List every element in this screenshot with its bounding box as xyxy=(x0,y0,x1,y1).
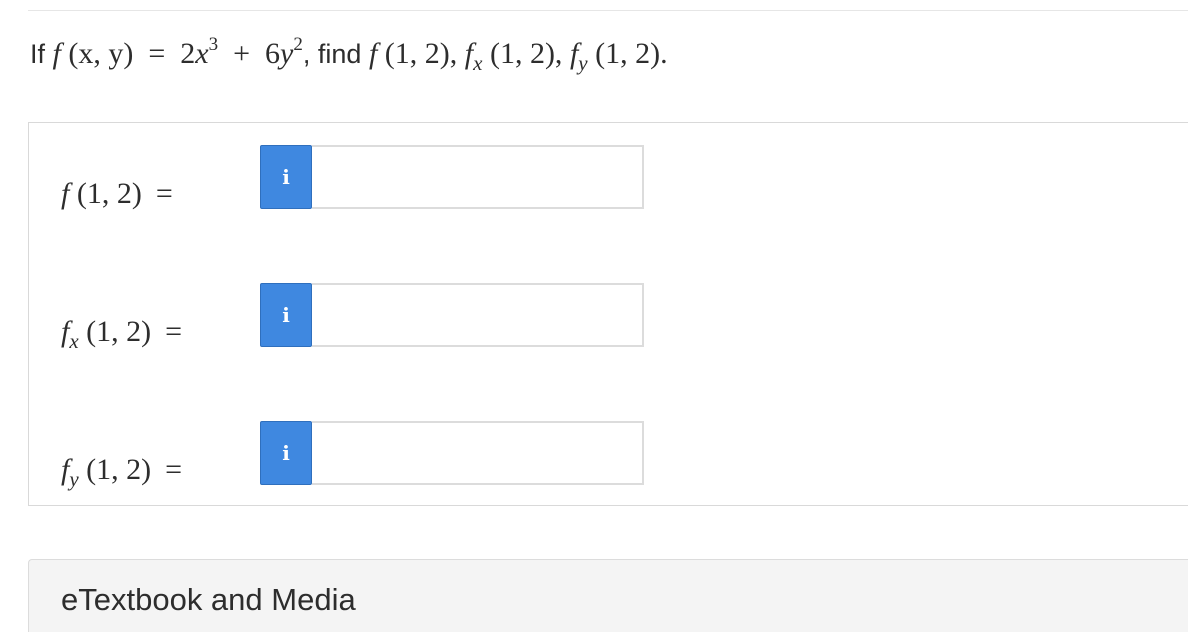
plus-sign: + xyxy=(233,37,251,70)
targets-formula: f (1, 2), fx (1, 2), fy (1, 2). xyxy=(368,37,668,74)
answer-panel: f (1, 2) = i fx (1, 2) = i fy (1, 2) = i xyxy=(28,122,1188,506)
question-text: If f (x, y) = 2x3 + 6y2, find f (1, 2), … xyxy=(30,32,668,76)
answer-input-fy[interactable] xyxy=(312,421,644,485)
target-fx: f xyxy=(464,37,474,70)
target-fy-sub: y xyxy=(578,51,588,75)
answer-label-f: f (1, 2) = xyxy=(61,174,173,214)
answer-input-fx[interactable] xyxy=(312,283,644,347)
info-icon: i xyxy=(282,165,290,189)
label-f-args: (1, 2) xyxy=(76,177,142,210)
target-f: f xyxy=(368,37,378,70)
label-fy-args: (1, 2) xyxy=(86,453,152,486)
info-icon: i xyxy=(282,303,290,327)
etextbook-media-title[interactable]: eTextbook and Media xyxy=(61,582,356,618)
label-f-symbol: f xyxy=(61,177,70,210)
answer-label-fx: fx (1, 2) = xyxy=(61,312,182,352)
exponent-1: 3 xyxy=(208,34,219,55)
coefficient-1: 2 xyxy=(180,37,196,70)
question-formula: f (x, y) = 2x3 + 6y2 xyxy=(52,34,303,70)
label-fx-equals: = xyxy=(165,315,183,348)
answer-label-fy: fy (1, 2) = xyxy=(61,450,182,490)
label-f-equals: = xyxy=(155,177,173,210)
exponent-2: 2 xyxy=(293,34,303,55)
etextbook-media-panel[interactable]: eTextbook and Media xyxy=(28,559,1188,632)
comma: , xyxy=(302,39,311,69)
label-fy-sub: y xyxy=(69,467,79,491)
find-word: find xyxy=(317,39,362,69)
label-fx-args: (1, 2) xyxy=(86,315,152,348)
top-divider xyxy=(28,10,1188,11)
label-fx-sub: x xyxy=(69,329,79,353)
info-icon-button-fx[interactable]: i xyxy=(260,283,312,347)
target-fx-sub: x xyxy=(473,51,483,75)
info-icon: i xyxy=(282,441,290,465)
info-icon-button-fy[interactable]: i xyxy=(260,421,312,485)
variable-2: y xyxy=(280,37,294,70)
target-3-args: (1, 2). xyxy=(595,37,668,70)
variable-1: x xyxy=(195,37,209,70)
info-icon-button-f[interactable]: i xyxy=(260,145,312,209)
equals-sign: = xyxy=(148,37,166,70)
question-prefix: If xyxy=(30,39,46,69)
function-args: (x, y) xyxy=(68,37,134,70)
target-2-args: (1, 2), xyxy=(489,37,563,70)
answer-input-f[interactable] xyxy=(312,145,644,209)
function-symbol: f xyxy=(52,37,61,70)
target-1-args: (1, 2), xyxy=(384,37,458,70)
label-fy-equals: = xyxy=(165,453,183,486)
coefficient-2: 6 xyxy=(265,37,281,70)
